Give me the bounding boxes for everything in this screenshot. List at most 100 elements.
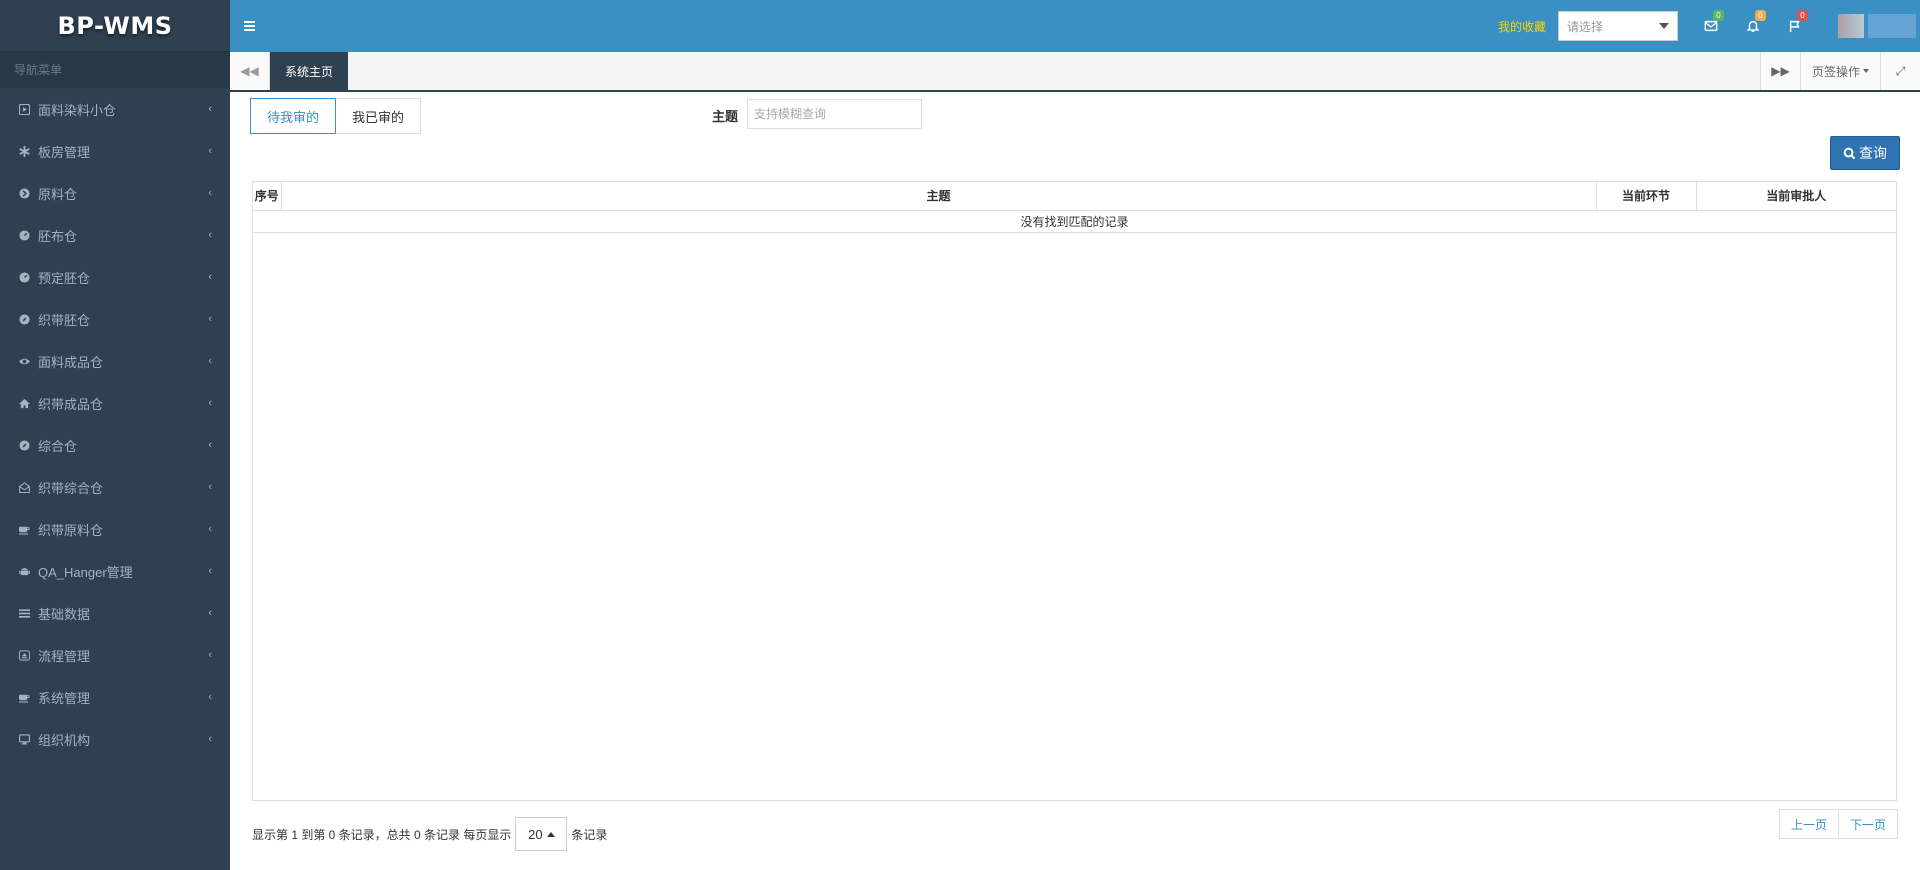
sidebar-item-3[interactable]: 原料仓 ‹ bbox=[0, 172, 230, 214]
subject-search-input[interactable] bbox=[747, 99, 922, 129]
sidebar-item-label: 胚布仓 bbox=[38, 228, 78, 244]
chevron-left-icon: ‹ bbox=[208, 355, 212, 367]
tab-scroll-left-button[interactable]: ◀◀ bbox=[230, 52, 270, 90]
top-bar: 我的收藏 请选择 0 0 0 bbox=[230, 0, 1920, 52]
asterisk-icon bbox=[18, 145, 30, 157]
caret-down-icon bbox=[1659, 23, 1669, 29]
sidebar-item-label: 组织机构 bbox=[38, 732, 91, 748]
android-icon bbox=[18, 565, 30, 577]
sidebar-item-label: 面料成品仓 bbox=[38, 354, 104, 370]
sidebar-item-2[interactable]: 板房管理 ‹ bbox=[0, 130, 230, 172]
sidebar-item-14[interactable]: 流程管理 ‹ bbox=[0, 634, 230, 676]
sidebar-item-label: 系统管理 bbox=[38, 690, 91, 706]
sidebar: BP-WMS 导航菜单 面料染料小仓 ‹ 板房管理 ‹ 原料仓 ‹ 胚布仓 ‹ 预定胚仓 ‹ 织带胚… bbox=[0, 0, 230, 870]
tab-operations-dropdown[interactable]: 页签操作 bbox=[1800, 52, 1880, 90]
favorites-select-placeholder: 请选择 bbox=[1567, 19, 1604, 34]
page-size-select[interactable]: 20 bbox=[515, 817, 568, 851]
sidebar-item-6[interactable]: 织带胚仓 ‹ bbox=[0, 298, 230, 340]
messages-button[interactable]: 0 bbox=[1690, 0, 1732, 52]
tab-pending-review[interactable]: 待我审的 bbox=[250, 98, 337, 134]
sidebar-item-label: 面料染料小仓 bbox=[38, 102, 117, 118]
sidebar-item-label: 基础数据 bbox=[38, 606, 91, 622]
dashboard-icon bbox=[18, 229, 30, 241]
column-header-current-approver[interactable]: 当前审批人 bbox=[1696, 182, 1896, 211]
user-menu[interactable] bbox=[1868, 14, 1916, 38]
nav-header: 导航菜单 bbox=[0, 52, 230, 88]
bell-icon bbox=[1746, 20, 1760, 32]
desktop-icon bbox=[18, 733, 30, 745]
flag-icon bbox=[1789, 20, 1800, 33]
chevron-left-icon: ‹ bbox=[208, 565, 212, 577]
column-header-current-step[interactable]: 当前环节 bbox=[1596, 182, 1697, 211]
tab-bar: ◀◀ 系统主页 ▶▶ 页签操作 ⤢ bbox=[230, 52, 1920, 92]
sidebar-item-15[interactable]: 系统管理 ‹ bbox=[0, 676, 230, 718]
pagination-summary: 显示第 1 到第 0 条记录，总共 0 条记录 每页显示 bbox=[252, 827, 512, 842]
sidebar-item-16[interactable]: 组织机构 ‹ bbox=[0, 718, 230, 760]
forward-icon: ▶▶ bbox=[1771, 64, 1790, 78]
favorites-select[interactable]: 请选择 bbox=[1558, 11, 1678, 41]
tab-reviewed[interactable]: 我已审的 bbox=[336, 98, 422, 134]
sidebar-item-label: 织带原料仓 bbox=[38, 522, 104, 538]
chevron-left-icon: ‹ bbox=[208, 523, 212, 535]
column-header-subject[interactable]: 主题 bbox=[281, 182, 1597, 211]
sidebar-item-label: 综合仓 bbox=[38, 438, 78, 454]
sidebar-item-11[interactable]: 织带原料仓 ‹ bbox=[0, 508, 230, 550]
next-page-button[interactable]: 下一页 bbox=[1838, 809, 1898, 839]
sidebar-item-label: 织带胚仓 bbox=[38, 312, 91, 328]
app-logo-text: BP-WMS bbox=[57, 11, 173, 40]
pagination-suffix: 条记录 bbox=[571, 827, 608, 842]
chevron-left-icon: ‹ bbox=[208, 649, 212, 661]
sidebar-item-4[interactable]: 胚布仓 ‹ bbox=[0, 214, 230, 256]
sidebar-item-label: 流程管理 bbox=[38, 648, 91, 664]
search-button-label: 查询 bbox=[1859, 145, 1887, 161]
chevron-left-icon: ‹ bbox=[208, 271, 212, 283]
chevron-left-icon: ‹ bbox=[208, 313, 212, 325]
prev-page-button[interactable]: 上一页 bbox=[1778, 809, 1839, 839]
chevron-left-icon: ‹ bbox=[208, 397, 212, 409]
expand-icon: ⤢ bbox=[1895, 63, 1906, 78]
dashboard-icon bbox=[18, 271, 30, 283]
chevron-left-icon: ‹ bbox=[208, 187, 212, 199]
sidebar-item-8[interactable]: 织带成品仓 ‹ bbox=[0, 382, 230, 424]
sidebar-item-9[interactable]: 综合仓 ‹ bbox=[0, 424, 230, 466]
messages-badge: 0 bbox=[1713, 10, 1724, 21]
sidebar-item-label: 原料仓 bbox=[38, 186, 78, 202]
chevron-left-icon: ‹ bbox=[208, 691, 212, 703]
fullscreen-button[interactable]: ⤢ bbox=[1880, 52, 1920, 90]
main-content: 待我审的 我已审的 主题 查询 序号 主题 当前环节 当前审批人 没有找到匹配的… bbox=[230, 92, 1920, 870]
sidebar-item-12[interactable]: QA_Hanger管理 ‹ bbox=[0, 550, 230, 592]
sidebar-item-label: QA_Hanger管理 bbox=[38, 564, 133, 580]
avatar[interactable] bbox=[1838, 14, 1864, 38]
sidebar-item-label: 板房管理 bbox=[38, 144, 91, 160]
chevron-left-icon: ‹ bbox=[208, 439, 212, 451]
chevron-left-icon: ‹ bbox=[208, 229, 212, 241]
sidebar-item-7[interactable]: 面料成品仓 ‹ bbox=[0, 340, 230, 382]
column-header-index[interactable]: 序号 bbox=[253, 182, 282, 211]
sidebar-item-label: 预定胚仓 bbox=[38, 270, 91, 286]
coffee-icon bbox=[18, 691, 30, 703]
tab-scroll-right-button[interactable]: ▶▶ bbox=[1760, 52, 1800, 90]
page-size-value: 20 bbox=[528, 826, 543, 842]
favorites-label: 我的收藏 bbox=[1497, 19, 1546, 34]
sidebar-item-13[interactable]: 基础数据 ‹ bbox=[0, 592, 230, 634]
chevron-left-icon: ‹ bbox=[208, 481, 212, 493]
notifications-button[interactable]: 0 bbox=[1732, 0, 1774, 52]
chevron-left-icon: ‹ bbox=[208, 103, 212, 115]
sidebar-item-5[interactable]: 预定胚仓 ‹ bbox=[0, 256, 230, 298]
search-button[interactable]: 查询 bbox=[1830, 136, 1900, 170]
tab-home[interactable]: 系统主页 bbox=[270, 52, 349, 90]
sidebar-item-1[interactable]: 面料染料小仓 ‹ bbox=[0, 88, 230, 130]
sidebar-item-label: 织带成品仓 bbox=[38, 396, 104, 412]
compass-icon bbox=[18, 439, 30, 451]
menu-toggle-icon[interactable] bbox=[244, 19, 268, 33]
tasks-button[interactable]: 0 bbox=[1774, 0, 1816, 52]
tasks-badge: 0 bbox=[1797, 10, 1808, 21]
approval-table: 序号 主题 当前环节 当前审批人 没有找到匹配的记录 bbox=[252, 181, 1897, 801]
app-logo[interactable]: BP-WMS bbox=[0, 0, 230, 52]
eye-icon bbox=[18, 355, 30, 367]
subject-filter-label: 主题 bbox=[712, 109, 739, 124]
notifications-badge: 0 bbox=[1755, 10, 1766, 21]
table-header-row: 序号 主题 当前环节 当前审批人 bbox=[253, 182, 1896, 211]
sidebar-item-10[interactable]: 织带综合仓 ‹ bbox=[0, 466, 230, 508]
caret-down-icon bbox=[1863, 69, 1869, 73]
